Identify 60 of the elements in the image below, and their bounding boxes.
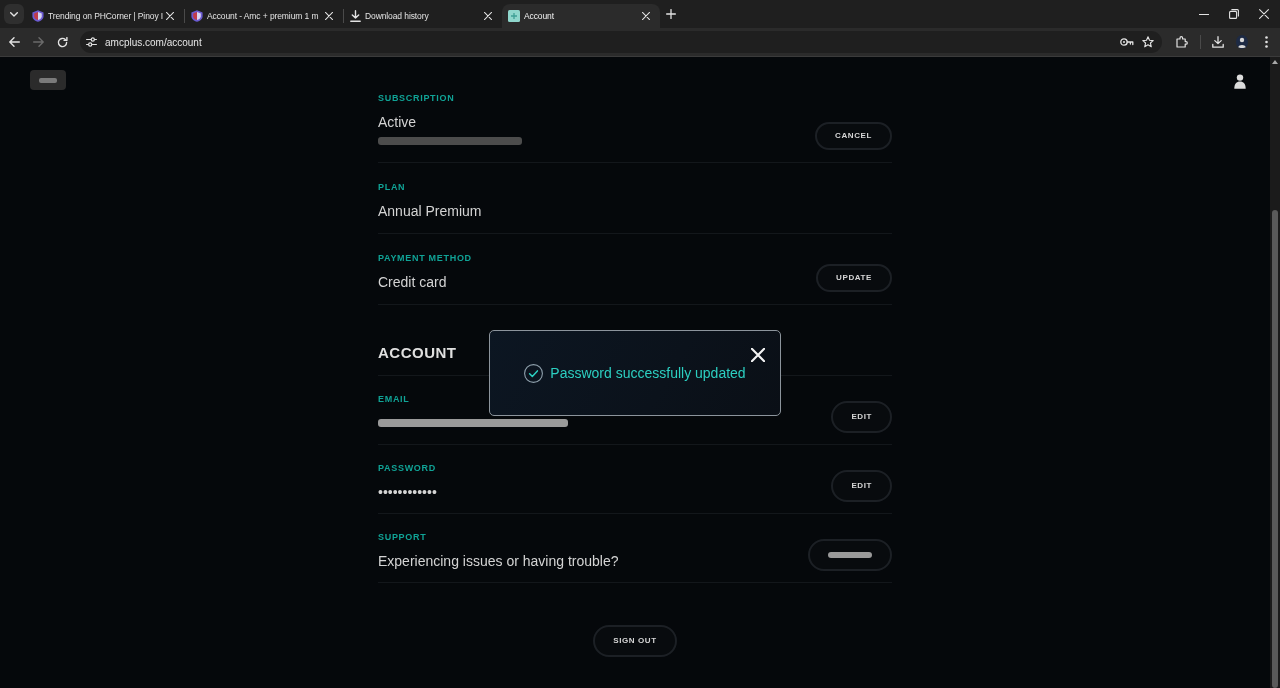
key-icon xyxy=(1120,38,1134,46)
plus-square-icon xyxy=(508,10,520,22)
shield-icon xyxy=(191,10,203,22)
shield-icon xyxy=(32,10,44,22)
section-label: PASSWORD xyxy=(378,462,437,474)
restore-icon xyxy=(1229,9,1239,19)
section-label: EMAIL xyxy=(378,393,411,405)
browser-tab[interactable]: Account - Amc + premium 1 m xyxy=(185,4,343,28)
plus-icon xyxy=(666,9,676,19)
url-text: amcplus.com/account xyxy=(105,35,202,50)
toast-close-button[interactable] xyxy=(750,347,766,363)
pill-button[interactable]: CANCEL xyxy=(815,122,892,150)
section-label: SUPPORT xyxy=(378,531,428,543)
section-value: Credit card xyxy=(378,273,448,292)
section-label: PAYMENT METHOD xyxy=(378,252,472,264)
browser-tab[interactable]: Download history xyxy=(344,4,502,28)
close-icon xyxy=(642,12,650,20)
tab-close-button[interactable] xyxy=(322,9,336,23)
tab-close-button[interactable] xyxy=(639,9,653,23)
sliders-icon xyxy=(85,37,97,47)
section-value: Active xyxy=(378,113,418,132)
pill-button[interactable]: EDIT xyxy=(831,401,892,433)
reload-icon xyxy=(56,36,68,48)
tab-close-button[interactable] xyxy=(163,9,177,23)
account-button[interactable] xyxy=(1234,74,1246,89)
back-arrow-icon xyxy=(8,37,20,47)
star-icon xyxy=(1142,36,1154,48)
pill-button[interactable]: EDIT xyxy=(831,470,892,502)
close-icon xyxy=(751,348,765,362)
site-settings-button[interactable] xyxy=(83,34,99,50)
tab-search-button[interactable] xyxy=(4,4,24,24)
section-value: •••••••••••• xyxy=(378,483,437,502)
check-circle-icon xyxy=(524,363,544,383)
address-bar[interactable]: amcplus.com/account xyxy=(80,31,1162,53)
close-icon xyxy=(1259,9,1269,19)
forward-arrow-icon xyxy=(32,37,44,47)
pill-button[interactable] xyxy=(808,539,892,571)
section-value: Annual Premium xyxy=(378,202,482,221)
close-icon xyxy=(484,12,492,20)
browser-tab[interactable]: Account xyxy=(502,4,660,28)
bookmark-button[interactable] xyxy=(1140,34,1156,50)
section-label: SUBSCRIPTION xyxy=(378,92,456,104)
pill-button[interactable]: UPDATE xyxy=(816,264,892,292)
avatar-icon xyxy=(1236,35,1248,49)
download-icon xyxy=(350,10,361,22)
minimize-icon xyxy=(1199,13,1209,15)
browser-tab[interactable]: Trending on PHCorner | Pinoy I xyxy=(26,4,184,28)
close-icon xyxy=(325,12,333,20)
header-button[interactable] xyxy=(30,70,66,90)
sign-out-button[interactable]: SIGN OUT xyxy=(593,625,677,657)
user-icon xyxy=(1234,74,1246,89)
close-icon xyxy=(166,12,175,20)
new-tab-button[interactable] xyxy=(663,6,679,22)
kebab-menu-icon xyxy=(1264,36,1268,48)
section-label: PLAN xyxy=(378,181,407,193)
puzzle-icon xyxy=(1176,36,1188,48)
section-value: Experiencing issues or having trouble? xyxy=(378,552,619,571)
tab-close-button[interactable] xyxy=(481,9,495,23)
download-icon xyxy=(1212,36,1224,48)
caret-down-icon xyxy=(10,11,18,17)
